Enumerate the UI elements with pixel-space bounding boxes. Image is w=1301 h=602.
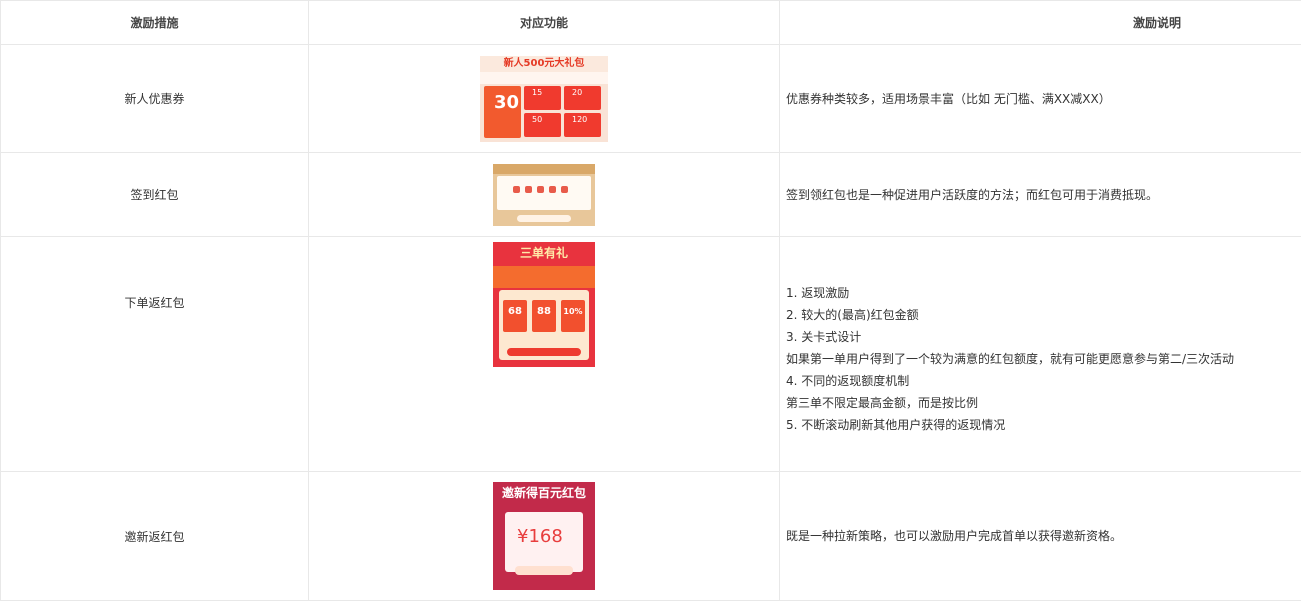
invite-banner: 邀新得百元红包 bbox=[501, 486, 586, 500]
function-cell bbox=[308, 152, 780, 237]
header-measure: 激励措施 bbox=[0, 0, 309, 45]
signin-day bbox=[537, 185, 544, 193]
measure-cell: 新人优惠券 bbox=[0, 44, 309, 153]
description-line: 如果第一单用户得到了一个较为满意的红包额度，就有可能更愿意参与第二/三次活动 bbox=[786, 352, 1235, 366]
order-banner: 三单有礼 bbox=[519, 246, 568, 260]
order-reward: 68 bbox=[503, 300, 527, 332]
function-cell: 新人500元大礼包 30 15 20 50 120 bbox=[308, 44, 780, 153]
description-line: 1. 返现激励 bbox=[786, 286, 850, 300]
function-cell: 三单有礼 68 88 10% bbox=[308, 236, 780, 472]
description-line: 第三单不限定最高金额，而是按比例 bbox=[786, 396, 979, 410]
coupon-big: 30 bbox=[484, 85, 521, 138]
description-line: 优惠券种类较多，适用场景丰富（比如 无门槛、满XX减XX） bbox=[786, 91, 1111, 106]
table-row: 签到红包 签到领红包也是一种促进用户活跃度的方法；而红包可用于消费抵现。 bbox=[0, 152, 1301, 237]
signin-day bbox=[513, 185, 520, 193]
measure-cell: 签到红包 bbox=[0, 152, 309, 237]
description-cell: 1. 返现激励 2. 较大的(最高)红包金额 3. 关卡式设计 如果第一单用户得… bbox=[779, 236, 1301, 472]
signin-day bbox=[549, 185, 556, 193]
coupon-banner: 新人500元大礼包 bbox=[480, 55, 608, 72]
measure-cell: 邀新返红包 bbox=[0, 471, 309, 601]
description-cell: 优惠券种类较多，适用场景丰富（比如 无门槛、满XX减XX） bbox=[779, 44, 1301, 153]
table-row: 邀新返红包 邀新得百元红包 ¥168 既是一种拉新策略，也可以激励用户完成首单以… bbox=[0, 471, 1301, 601]
table-header-row: 激励措施 对应功能 激励说明 bbox=[0, 0, 1301, 45]
header-function: 对应功能 bbox=[308, 0, 780, 45]
coupon-screenshot: 新人500元大礼包 30 15 20 50 120 bbox=[480, 55, 608, 142]
description-line: 2. 较大的(最高)红包金额 bbox=[786, 308, 919, 322]
order-panel: 68 88 10% bbox=[499, 290, 589, 360]
order-screenshot: 三单有礼 68 88 10% bbox=[493, 242, 595, 367]
signin-day bbox=[561, 185, 568, 193]
signin-day bbox=[525, 185, 532, 193]
coupon-small: 50 bbox=[524, 112, 561, 137]
signin-topbar bbox=[493, 163, 595, 174]
order-button bbox=[507, 348, 581, 356]
signin-button bbox=[517, 214, 571, 222]
order-band bbox=[493, 266, 595, 288]
invite-screenshot: 邀新得百元红包 ¥168 bbox=[493, 482, 595, 590]
table-row: 新人优惠券 新人500元大礼包 30 15 20 50 120 优惠券种类较多，… bbox=[0, 44, 1301, 153]
coupon-small: 120 bbox=[564, 112, 601, 137]
description-line: 4. 不同的返现额度机制 bbox=[786, 374, 910, 388]
coupon-subbar bbox=[480, 71, 608, 84]
invite-button bbox=[515, 566, 573, 575]
description-cell: 签到领红包也是一种促进用户活跃度的方法；而红包可用于消费抵现。 bbox=[779, 152, 1301, 237]
measure-cell: 下单返红包 bbox=[0, 236, 309, 472]
order-reward: 10% bbox=[561, 300, 585, 332]
description-line: 既是一种拉新策略，也可以激励用户完成首单以获得邀新资格。 bbox=[786, 529, 1123, 543]
incentive-table: 激励措施 对应功能 激励说明 新人优惠券 新人500元大礼包 30 15 20 … bbox=[0, 0, 1301, 601]
signin-card bbox=[497, 175, 591, 210]
description-line: 3. 关卡式设计 bbox=[786, 330, 862, 344]
description-line: 签到领红包也是一种促进用户活跃度的方法；而红包可用于消费抵现。 bbox=[786, 187, 1159, 202]
order-reward: 88 bbox=[532, 300, 556, 332]
coupon-small: 20 bbox=[564, 85, 601, 110]
invite-card: ¥168 bbox=[505, 512, 583, 572]
table-row: 下单返红包 三单有礼 68 88 10% 1. 返现激励 2. 较大的(最高)红… bbox=[0, 236, 1301, 472]
invite-amount: ¥168 bbox=[517, 526, 563, 547]
coupon-small: 15 bbox=[524, 85, 561, 110]
header-description: 激励说明 bbox=[779, 0, 1301, 45]
function-cell: 邀新得百元红包 ¥168 bbox=[308, 471, 780, 601]
description-line: 5. 不断滚动刷新其他用户获得的返现情况 bbox=[786, 418, 1006, 432]
signin-screenshot bbox=[493, 163, 595, 226]
description-cell: 既是一种拉新策略，也可以激励用户完成首单以获得邀新资格。 bbox=[779, 471, 1301, 601]
